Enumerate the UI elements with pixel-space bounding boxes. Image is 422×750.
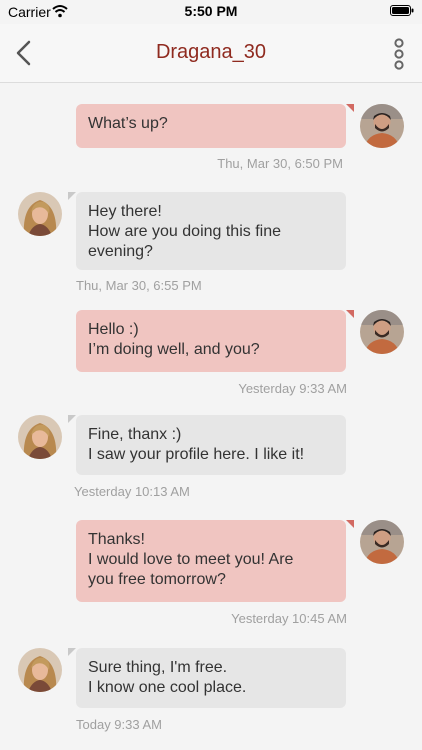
more-options-icon[interactable] xyxy=(392,38,406,70)
message-timestamp: Thu, Mar 30, 6:50 PM xyxy=(217,156,343,171)
message-line: How are you doing this fine xyxy=(88,223,281,240)
man-avatar-icon xyxy=(360,520,404,564)
contact-avatar[interactable] xyxy=(18,648,62,692)
woman-avatar-icon xyxy=(18,648,62,692)
incoming-message-bubble[interactable]: Sure thing, I'm free. I know one cool pl… xyxy=(68,648,346,708)
message-line: What’s up? xyxy=(88,115,168,132)
message-timestamp: Yesterday 10:13 AM xyxy=(74,484,190,499)
outgoing-message-bubble[interactable]: What’s up? xyxy=(76,104,354,148)
contact-avatar[interactable] xyxy=(18,192,62,236)
message-timestamp: Today 9:33 AM xyxy=(76,717,162,732)
message-line: Hello :) xyxy=(88,321,139,338)
message-line: Fine, thanx :) xyxy=(88,426,182,443)
message-line: you free tomorrow? xyxy=(88,571,226,588)
message-line: I saw your profile here. I like it! xyxy=(88,446,305,463)
woman-avatar-icon xyxy=(18,415,62,459)
bubble-tail xyxy=(68,415,76,423)
man-avatar-icon xyxy=(360,104,404,148)
message-line: Hey there! xyxy=(88,203,162,220)
my-avatar[interactable] xyxy=(360,104,404,148)
bubble-tail xyxy=(68,192,76,200)
message-line: I’m doing well, and you? xyxy=(88,341,260,358)
contact-avatar[interactable] xyxy=(18,415,62,459)
message-line: Sure thing, I'm free. xyxy=(88,659,228,676)
bubble-tail xyxy=(346,310,354,318)
incoming-message-bubble[interactable]: Hey there! How are you doing this fine e… xyxy=(68,192,346,270)
status-time: 5:50 PM xyxy=(184,3,238,19)
woman-avatar-icon xyxy=(18,192,62,236)
nav-bar: Dragana_30 xyxy=(0,24,422,83)
bubble-tail xyxy=(346,520,354,528)
message-list[interactable]: What’s up? Thu, Mar 30, 6:50 PM Hey ther… xyxy=(0,82,422,750)
message-timestamp: Thu, Mar 30, 6:55 PM xyxy=(76,278,202,293)
message-timestamp: Yesterday 9:33 AM xyxy=(238,381,347,396)
message-line: evening? xyxy=(88,243,153,260)
chat-title: Dragana_30 xyxy=(155,41,267,63)
message-timestamp: Yesterday 10:45 AM xyxy=(231,611,347,626)
battery-icon xyxy=(390,5,414,16)
bubble-tail xyxy=(346,104,354,112)
my-avatar[interactable] xyxy=(360,520,404,564)
man-avatar-icon xyxy=(360,310,404,354)
bubble-tail xyxy=(68,648,76,656)
my-avatar[interactable] xyxy=(360,310,404,354)
outgoing-message-bubble[interactable]: Hello :) I’m doing well, and you? xyxy=(76,310,354,372)
message-line: I would love to meet you! Are xyxy=(88,551,294,568)
message-line: I know one cool place. xyxy=(88,679,247,696)
message-line: Thanks! xyxy=(88,531,145,548)
status-bar: Carrier 5:50 PM xyxy=(0,0,422,24)
incoming-message-bubble[interactable]: Fine, thanx :) I saw your profile here. … xyxy=(68,415,346,475)
outgoing-message-bubble[interactable]: Thanks! I would love to meet you! Are yo… xyxy=(76,520,354,602)
